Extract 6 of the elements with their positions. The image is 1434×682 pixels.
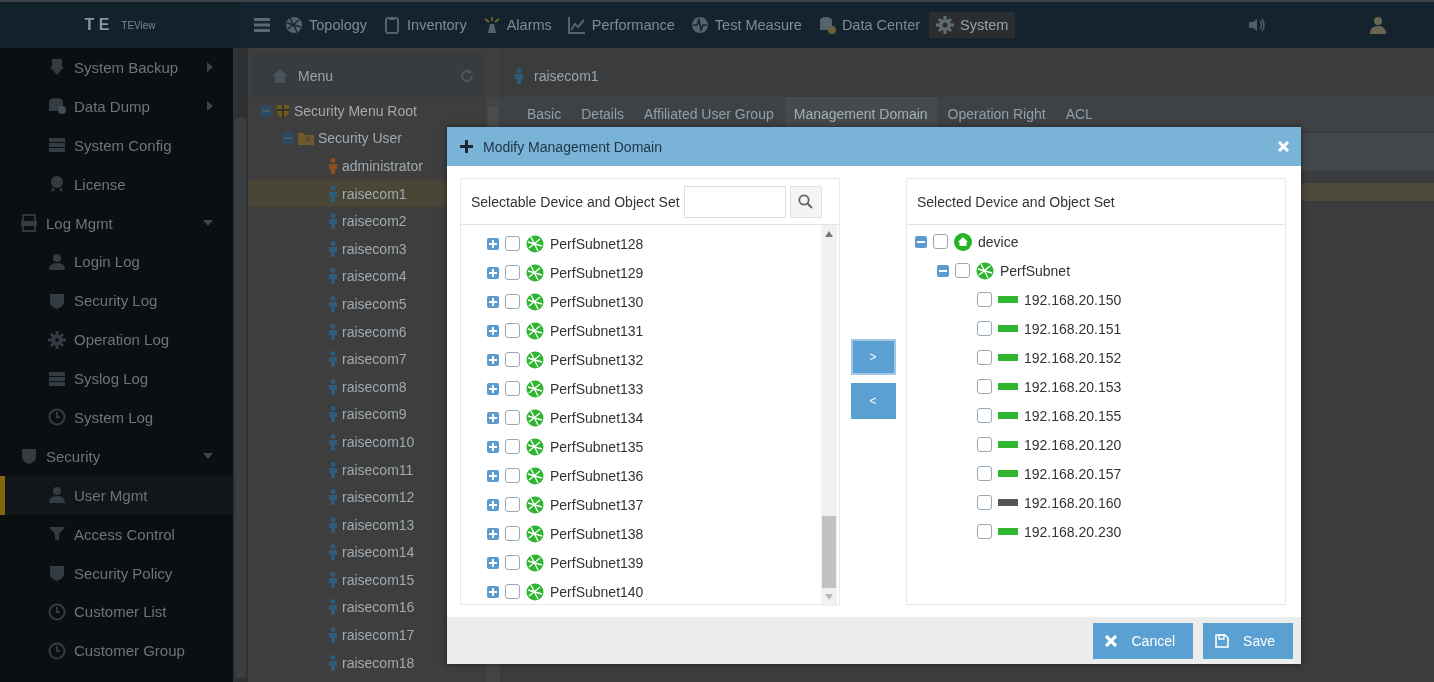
panel-title: Menu: [298, 67, 334, 84]
panel-title: Selected Device and Object Set: [917, 193, 1115, 210]
page-title: raisecom1: [534, 67, 599, 84]
logo: T E: [84, 16, 110, 34]
product-name: TEView: [121, 19, 156, 31]
dialog-title: Modify Management Domain: [483, 138, 662, 155]
